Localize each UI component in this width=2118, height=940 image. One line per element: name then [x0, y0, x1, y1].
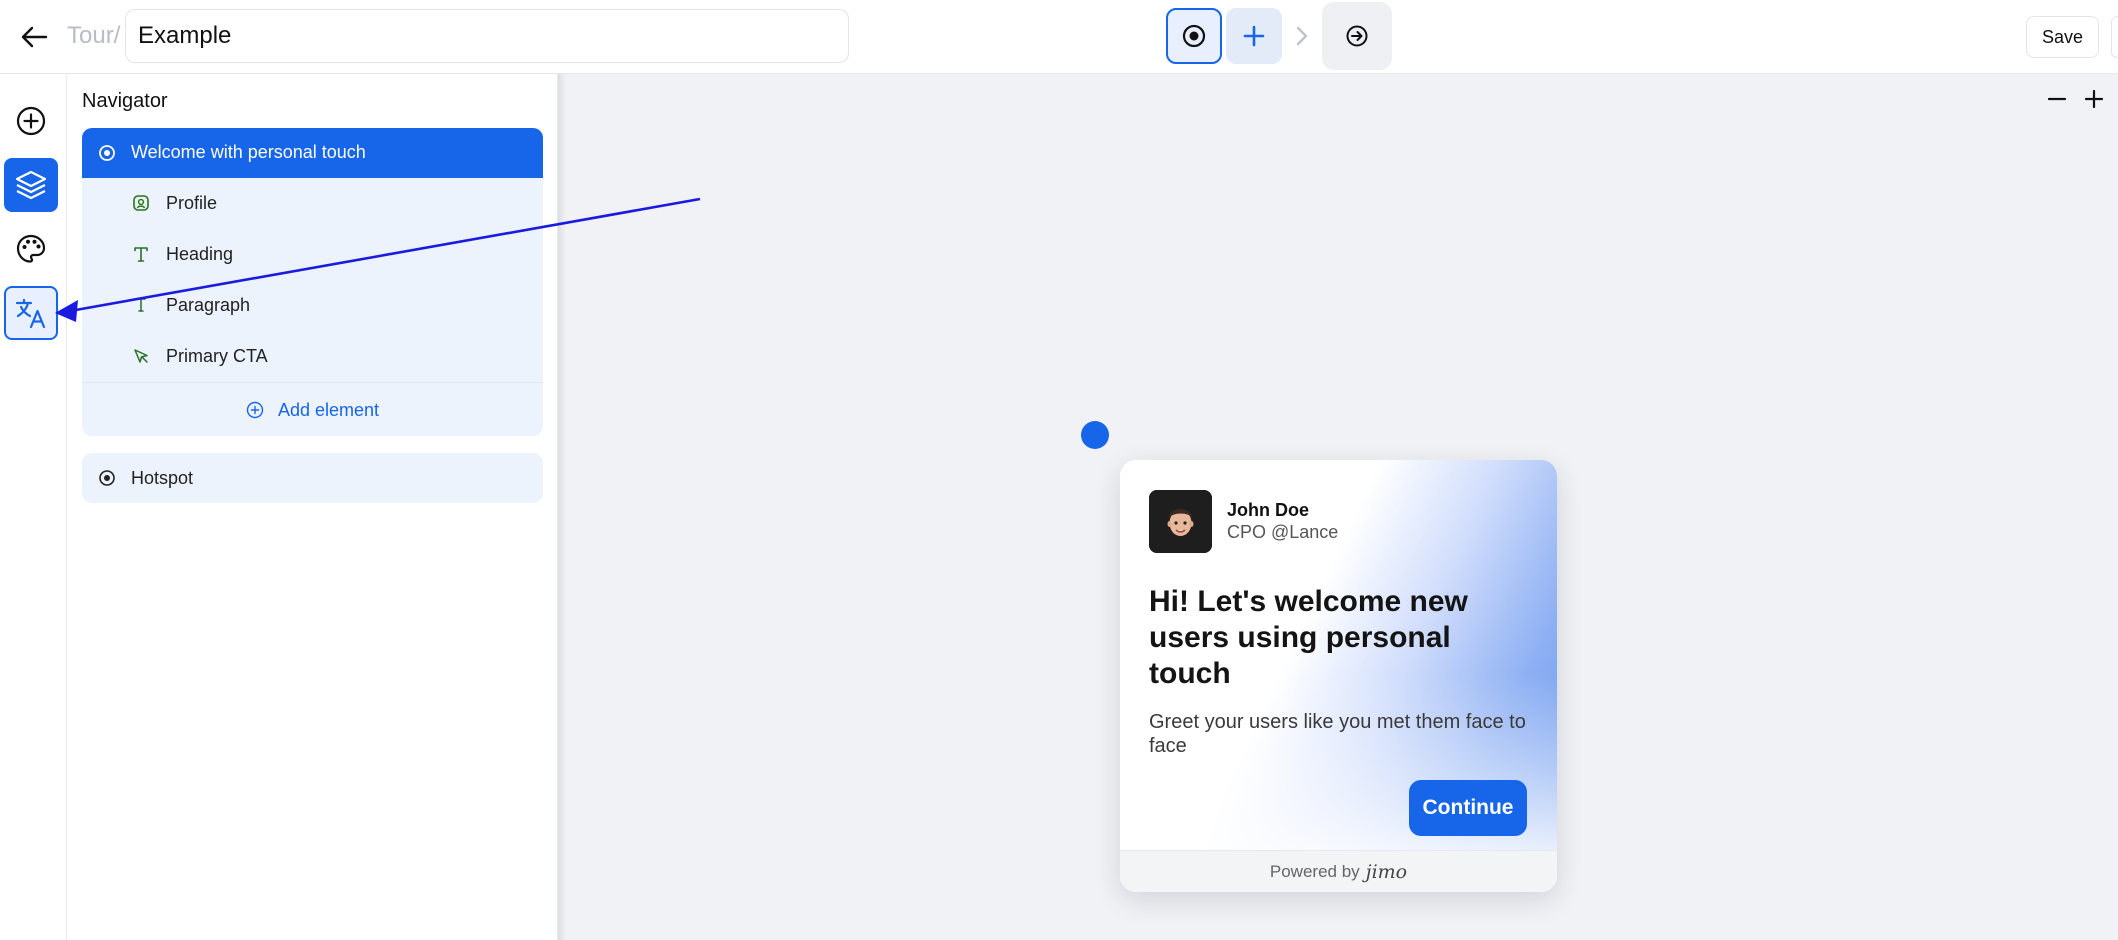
step-group: Welcome with personal touch Profile Head… — [82, 128, 543, 436]
zoom-out-button[interactable] — [2042, 84, 2072, 114]
add-element-button[interactable]: Add element — [82, 384, 543, 436]
card-heading: Hi! Let's welcome new users using person… — [1149, 585, 1468, 690]
nav-element-heading[interactable]: Heading — [82, 229, 543, 279]
rail-theme-button[interactable] — [4, 222, 58, 276]
add-element-label: Add element — [277, 399, 380, 420]
step-tour-button-wrap — [1166, 8, 1222, 64]
arrow-left-icon — [21, 26, 48, 48]
canvas-edge-shadow — [558, 74, 566, 940]
nav-element-label: Profile — [166, 193, 218, 213]
save-button[interactable]: Save — [2026, 16, 2099, 58]
nav-element-label: Primary CTA — [166, 346, 268, 366]
divider — [82, 382, 543, 383]
back-button[interactable] — [14, 17, 54, 57]
memoji-avatar-icon — [1149, 490, 1212, 553]
profile-icon — [133, 195, 149, 211]
cursor-icon — [134, 349, 148, 363]
arrow-right-circle-icon — [1346, 25, 1368, 47]
hotspot-beacon[interactable] — [1081, 421, 1109, 449]
breadcrumb[interactable]: Tour/ — [67, 22, 120, 50]
brand-logo: jimo — [1365, 860, 1408, 883]
continue-button[interactable]: Continue — [1409, 780, 1527, 836]
rail-add-button[interactable] — [4, 94, 58, 148]
tour-title-input[interactable] — [125, 9, 849, 63]
more-button[interactable] — [2111, 16, 2118, 58]
navigator-panel: Navigator Welcome with personal touch Pr… — [67, 74, 558, 940]
nav-step-welcome[interactable]: Welcome with personal touch — [82, 128, 543, 178]
goal-step-button[interactable] — [1322, 2, 1392, 70]
top-bar: Tour/ Example Save — [0, 0, 2118, 74]
save-label: Save — [2041, 26, 2084, 47]
author-role: CPO @Lance — [1227, 522, 1339, 542]
powered-by-label: Powered by — [1269, 861, 1360, 881]
plus-icon — [2084, 89, 2104, 109]
zoom-in-button[interactable] — [2079, 84, 2109, 114]
avatar — [1149, 490, 1212, 553]
text-icon — [134, 247, 148, 262]
target-icon — [99, 145, 115, 161]
powered-by-footer: Powered by jimo — [1120, 850, 1557, 892]
layers-icon — [15, 170, 47, 200]
nav-element-paragraph[interactable]: Paragraph — [82, 280, 543, 330]
left-rail — [0, 74, 67, 940]
nav-step-hotspot[interactable]: Hotspot — [82, 453, 543, 503]
translate-icon — [15, 298, 46, 329]
plus-circle-icon — [16, 106, 46, 136]
navigator-title: Navigator — [82, 90, 168, 112]
minus-icon — [2047, 97, 2067, 101]
palette-icon — [16, 234, 46, 263]
tour-card: John Doe CPO @Lance Hi! Let's welcome ne… — [1120, 460, 1557, 892]
hotspot-label: Hotspot — [131, 468, 194, 488]
plus-icon — [1243, 25, 1265, 47]
nav-element-profile[interactable]: Profile — [82, 178, 543, 228]
nav-element-label: Heading — [166, 244, 234, 264]
add-step-button-wrap — [1226, 8, 1282, 64]
app-root: Tour/ Example Save Navigator Welcome wit… — [0, 0, 2118, 940]
chevron-right-icon — [1296, 26, 1308, 46]
nav-step-label: Welcome with personal touch — [131, 142, 366, 162]
card-paragraph: Greet your users like you met them face … — [1149, 711, 1526, 757]
rail-translate-button[interactable] — [4, 286, 58, 340]
target-icon — [1182, 24, 1206, 48]
author-name: John Doe — [1227, 500, 1310, 520]
goal-step-button-wrap — [1322, 2, 1392, 70]
plus-circle-icon — [246, 401, 264, 419]
nav-element-label: Paragraph — [166, 295, 251, 315]
rail-navigator-button[interactable] — [4, 158, 58, 212]
nav-element-primary-cta[interactable]: Primary CTA — [82, 331, 543, 381]
target-icon — [99, 470, 115, 486]
paragraph-icon — [136, 298, 146, 312]
add-step-button[interactable] — [1226, 8, 1282, 64]
step-tour-button[interactable] — [1166, 8, 1222, 64]
